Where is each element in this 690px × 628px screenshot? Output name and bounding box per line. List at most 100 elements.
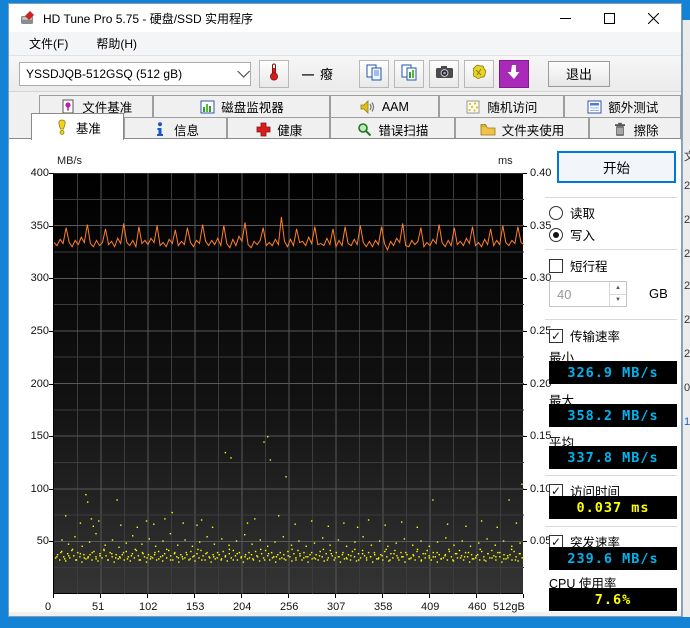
app-icon [19,10,35,26]
separator [545,197,677,198]
menu-help[interactable]: 帮助(H) [86,32,147,55]
axis-tick-label: 400 [15,167,49,179]
axis-tick [194,594,195,598]
camera-icon [435,65,454,82]
stepper-up-icon[interactable]: ▲ [610,282,626,294]
copy-image-button[interactable] [394,60,424,88]
min-value: 326.9 MB/s [549,361,677,384]
axis-tick-label: 256 [280,601,298,613]
axis-tick-label: 50 [15,535,49,547]
tab-benchmark[interactable]: 基准 [31,113,124,140]
axis-tick-label: 200 [15,378,49,390]
write-radio[interactable] [549,228,563,242]
transfer-rate-checkbox[interactable]: ✓ [549,329,563,343]
y-right-unit: ms [498,155,513,167]
transfer-rate-label: 传输速率 [570,326,620,345]
tab-extra-tests[interactable]: 额外测试 [564,95,681,117]
capacity-stepper[interactable]: 40 ▲ ▼ [549,281,627,307]
download-arrow-icon [507,64,521,83]
menu-bar: 文件(F) 帮助(H) [9,32,681,56]
burst-rate-value: 239.6 MB/s [549,547,677,570]
short-stroke-row[interactable]: 短行程 [549,256,608,275]
separator [545,249,677,250]
close-button[interactable] [631,5,675,31]
axis-tick [523,436,527,437]
tab-disk-monitor[interactable]: 磁盘监视器 [153,95,329,117]
screenshot-button[interactable] [429,60,459,88]
capacity-value: 40 [550,282,609,306]
axis-tick [49,173,53,174]
write-radio-row[interactable]: 写入 [549,225,595,244]
minimize-button[interactable] [543,5,587,31]
transfer-rate-row[interactable]: ✓ 传输速率 [549,326,620,345]
tab-erase[interactable]: 擦除 [589,117,681,140]
axis-tick [49,384,53,385]
bg-window-text: 2 [684,248,690,260]
speaker-icon [360,99,376,115]
axis-tick [100,594,101,598]
exit-button-label: 退出 [566,64,592,83]
axis-tick [523,541,527,542]
stepper-arrows[interactable]: ▲ ▼ [609,282,626,306]
tab-error-scan[interactable]: 错误扫描 [330,117,455,140]
maximize-button[interactable] [587,5,631,31]
drive-select[interactable]: YSSDJQB-512GSQ (512 gB) [19,62,251,86]
axis-tick-label: 409 [421,601,439,613]
random-access-icon [465,99,481,115]
axis-tick [147,594,148,598]
tab-label: 错误扫描 [378,120,428,139]
tab-label: 磁盘监视器 [221,97,284,116]
axis-tick [382,594,383,598]
drive-select-value: YSSDJQB-512GSQ (512 gB) [26,67,237,81]
health-cross-icon [255,121,271,137]
tab-label: 随机访问 [487,97,537,116]
axis-tick [288,594,289,598]
update-button[interactable] [499,60,529,88]
tab-label: 健康 [277,120,302,139]
copy-image-icon [400,63,418,84]
tab-info[interactable]: 信息 [124,117,228,140]
save-button[interactable] [464,60,494,88]
window-title: HD Tune Pro 5.75 - 硬盘/SSD 实用程序 [43,10,543,27]
tab-aam[interactable]: AAM [330,95,439,117]
tab-health[interactable]: 健康 [227,117,330,140]
bg-window-text: 0 [684,382,690,394]
short-stroke-label: 短行程 [570,256,608,275]
separator [545,475,677,476]
stepper-down-icon[interactable]: ▼ [610,294,626,307]
bg-window-text: 2 [684,280,690,292]
axis-tick-label: 150 [15,430,49,442]
short-stroke-checkbox[interactable] [549,259,563,273]
benchmark-page: MB/s ms 400350300250200150100500.400.350… [9,138,681,612]
axis-tick-label: 0.40 [530,167,551,179]
max-value: 358.2 MB/s [549,404,677,427]
axis-tick-label: 307 [327,601,345,613]
axis-tick [523,384,527,385]
copy-text-button[interactable] [359,60,389,88]
axis-tick-label: 204 [233,601,251,613]
menu-file[interactable]: 文件(F) [19,32,78,55]
tab-label: 擦除 [634,120,659,139]
axis-tick-label: 0 [45,601,51,613]
axis-tick [241,594,242,598]
axis-tick [523,331,527,332]
read-radio[interactable] [549,206,563,220]
axis-tick-label: 100 [15,483,49,495]
tab-random-access[interactable]: 随机访问 [439,95,563,117]
avg-value: 337.8 MB/s [549,446,677,469]
benchmark-icon [54,119,70,135]
axis-tick-label: 300 [15,272,49,284]
read-radio-row[interactable]: 读取 [549,203,595,222]
axis-tick-label: 358 [374,601,392,613]
background-window-sliver: 文22222201 [682,20,690,617]
start-button[interactable]: 开始 [557,151,676,183]
tab-folder-usage[interactable]: 文件夹使用 [455,117,590,140]
axis-tick [523,594,524,598]
temperature-unit: 癈 [320,64,333,83]
axis-tick [429,594,430,598]
y-left-unit: MB/s [57,155,82,167]
exit-button[interactable]: 退出 [548,61,610,87]
capacity-unit-label: GB [649,286,668,301]
tab-label: AAM [382,100,409,114]
temperature-button[interactable] [259,60,289,88]
